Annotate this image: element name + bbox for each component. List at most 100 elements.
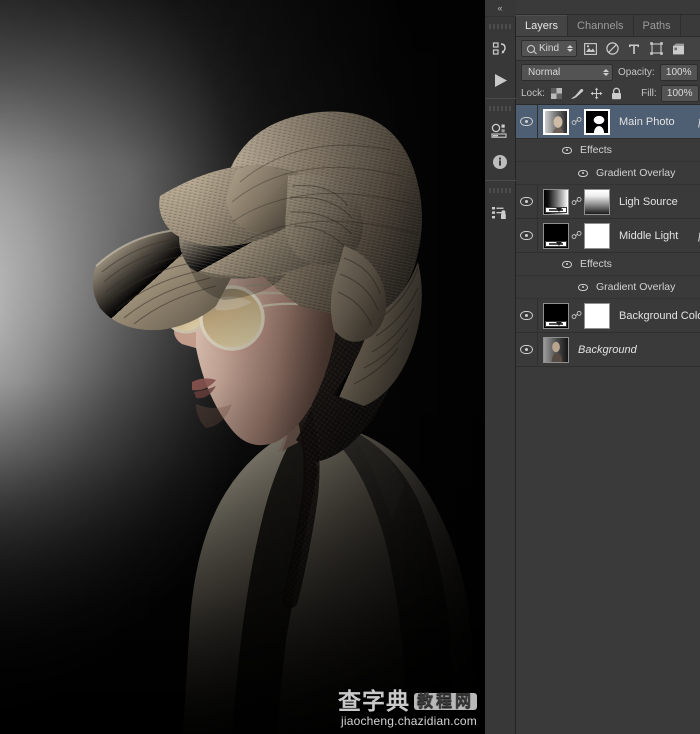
canvas-vignette <box>0 0 485 734</box>
layer-thumbnail[interactable] <box>543 302 569 329</box>
layer-visibility-toggle[interactable] <box>516 333 538 366</box>
layer-thumbnail[interactable] <box>543 108 569 135</box>
table-row[interactable]: Background <box>516 333 700 367</box>
lock-row: Lock: Fill: 100% <box>516 83 700 105</box>
layer-name[interactable]: Middle Light <box>610 230 698 242</box>
document-canvas[interactable]: 查字典 教程网 jiaocheng.chazidian.com <box>0 0 485 734</box>
lock-transparent-pixels-icon[interactable] <box>549 86 565 102</box>
tab-paths-label: Paths <box>642 19 671 32</box>
chevron-updown-icon <box>603 68 609 76</box>
history-panel-icon[interactable] <box>487 37 513 61</box>
lock-position-icon[interactable] <box>589 86 605 102</box>
table-row[interactable]: ☍ Main Photo fx <box>516 105 700 139</box>
layer-name[interactable]: Main Photo <box>610 116 698 128</box>
panel-top-bar: » <box>516 0 700 15</box>
filter-pixel-icon[interactable] <box>581 40 599 58</box>
panel-icon-rail: « <box>484 0 516 734</box>
effect-visibility-toggle[interactable] <box>576 169 590 177</box>
filter-adjustment-icon[interactable] <box>603 40 621 58</box>
layer-thumbnails <box>538 336 569 363</box>
tab-channels[interactable]: Channels <box>568 15 634 36</box>
eye-icon <box>520 345 533 354</box>
fill-input[interactable]: 100% <box>660 85 699 102</box>
blend-mode-value: Normal <box>528 66 561 78</box>
layer-filter-row: Kind <box>516 37 700 61</box>
layer-name[interactable]: Ligh Source <box>610 196 700 208</box>
tab-layers[interactable]: Layers <box>516 15 569 36</box>
list-item[interactable]: Gradient Overlay <box>516 162 700 185</box>
eye-icon <box>562 260 572 268</box>
tab-paths[interactable]: Paths <box>633 15 681 36</box>
table-row[interactable]: ☍ Middle Light fx <box>516 219 700 253</box>
layer-visibility-toggle[interactable] <box>516 219 538 252</box>
layer-thumbnails: ☍ <box>538 188 610 215</box>
watermark-url: jiaocheng.chazidian.com <box>340 714 477 729</box>
lock-all-icon[interactable] <box>609 86 625 102</box>
rail-group-label-1 <box>489 24 511 29</box>
layer-name[interactable]: Background Color <box>610 310 700 322</box>
table-row[interactable]: ☍ Background Color <box>516 299 700 333</box>
eye-icon <box>520 117 533 126</box>
layer-visibility-toggle[interactable] <box>516 185 538 218</box>
actions-panel-icon[interactable] <box>487 68 513 92</box>
magnifier-icon <box>527 44 535 53</box>
effect-visibility-toggle[interactable] <box>576 283 590 291</box>
layer-mask-thumbnail[interactable] <box>584 188 610 215</box>
filter-shape-icon[interactable] <box>647 40 665 58</box>
filter-smart-object-icon[interactable] <box>669 40 687 58</box>
layer-mask-thumbnail[interactable] <box>584 108 610 135</box>
layer-thumbnail[interactable] <box>543 336 569 363</box>
list-item[interactable]: Gradient Overlay <box>516 276 700 299</box>
link-mask-icon[interactable]: ☍ <box>571 115 582 128</box>
layer-name[interactable]: Background <box>569 344 700 356</box>
layer-visibility-toggle[interactable] <box>516 299 538 332</box>
eye-icon <box>562 146 572 154</box>
layer-comps-panel-icon[interactable] <box>487 201 513 225</box>
list-item[interactable]: Effects <box>516 139 700 162</box>
eye-icon <box>520 311 533 320</box>
gradient-slider-icon <box>545 206 567 213</box>
rail-group-2 <box>484 98 516 180</box>
lock-image-pixels-icon[interactable] <box>569 86 585 102</box>
rail-group-1 <box>484 16 516 98</box>
effect-label: Gradient Overlay <box>596 281 676 293</box>
effects-label: Effects <box>580 258 612 270</box>
opacity-input[interactable]: 100% <box>659 63 698 81</box>
layer-mask-thumbnail[interactable] <box>584 302 610 329</box>
filter-type-icon[interactable] <box>625 40 643 58</box>
link-mask-icon[interactable]: ☍ <box>571 309 582 322</box>
blend-mode-select[interactable]: Normal <box>521 63 613 81</box>
layer-visibility-toggle[interactable] <box>516 105 538 138</box>
watermark-brand: 查字典 <box>337 689 410 716</box>
layer-filter-kind-select[interactable]: Kind <box>521 40 577 57</box>
watermark: 查字典 教程网 jiaocheng.chazidian.com <box>338 690 477 728</box>
link-mask-icon[interactable]: ☍ <box>571 195 582 208</box>
effect-label: Gradient Overlay <box>596 167 676 179</box>
layer-mask-thumbnail[interactable] <box>584 222 610 249</box>
layer-list[interactable]: ☍ Main Photo fx Effects <box>516 105 700 734</box>
list-item[interactable]: Effects <box>516 253 700 276</box>
layer-thumbnails: ☍ <box>538 302 610 329</box>
collapse-dock-icon[interactable]: « <box>484 0 516 16</box>
fill-value: 100% <box>666 88 693 99</box>
gradient-slider-icon <box>545 240 567 247</box>
blend-mode-row: Normal Opacity: 100% <box>516 61 700 83</box>
info-panel-icon[interactable] <box>487 150 513 174</box>
link-mask-icon[interactable]: ☍ <box>571 229 582 242</box>
table-row[interactable]: ☍ Ligh Source <box>516 185 700 219</box>
chevron-updown-icon <box>567 45 573 52</box>
rail-group-3 <box>484 180 516 231</box>
layer-thumbnail[interactable] <box>543 222 569 249</box>
effects-visibility-toggle[interactable] <box>560 146 574 154</box>
effects-visibility-toggle[interactable] <box>560 260 574 268</box>
layer-thumbnail[interactable] <box>543 188 569 215</box>
opacity-value: 100% <box>665 66 692 78</box>
rail-group-label-3 <box>489 188 511 193</box>
eye-icon <box>578 283 588 291</box>
eye-icon <box>520 231 533 240</box>
watermark-brand-boxed: 教程网 <box>413 692 477 711</box>
layers-panel: » Layers Channels Paths <box>516 0 700 734</box>
tab-channels-label: Channels <box>577 19 624 32</box>
right-dock: « Layers Channels Paths Kind Normal Opac… <box>484 0 700 734</box>
properties-panel-icon[interactable] <box>487 119 513 143</box>
